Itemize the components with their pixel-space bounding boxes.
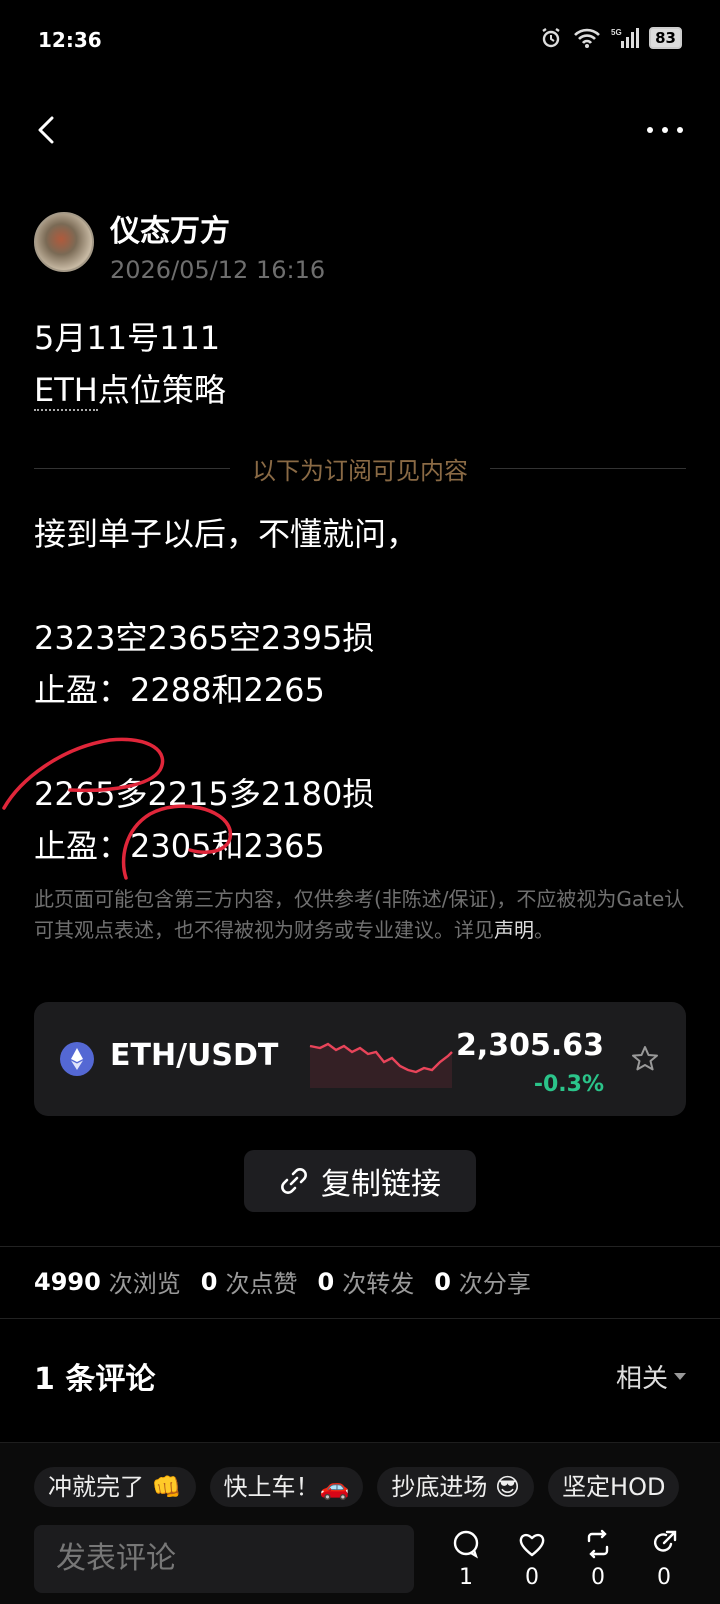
share-icon [653, 1530, 677, 1552]
post-title-line2: ETH点位策略 [34, 364, 226, 416]
market-ticker-card[interactable]: ETH/USDT 2,305.63 -0.3% [34, 1002, 686, 1116]
disclaimer-text: 此页面可能包含第三方内容，仅供参考(非陈述/保证)，不应被视为Gate认可其观点… [34, 887, 685, 942]
favorite-star-icon[interactable] [630, 1044, 660, 1074]
more-options-icon[interactable] [640, 112, 690, 148]
reposts-label: 次转发 [342, 1270, 415, 1298]
content-line [34, 716, 684, 768]
quick-reply-chip[interactable]: 快上车！🚗 [209, 1467, 364, 1507]
likes-count: 0 [200, 1267, 218, 1296]
views-label: 次浏览 [108, 1270, 181, 1298]
reposts-count: 0 [317, 1267, 335, 1296]
post-content: 接到单子以后，不懂就问， 2323空2365空2395损 止盈：2288和226… [34, 508, 684, 872]
content-line: 止盈：2305和2365 [34, 827, 325, 865]
post-title-line2-text: 点位策略 [97, 371, 226, 409]
comment-icon [453, 1530, 479, 1559]
author-name[interactable]: 仪态万方 [110, 206, 230, 250]
market-pair: ETH/USDT [110, 1038, 279, 1073]
like-count: 0 [525, 1565, 539, 1590]
market-change: -0.3% [533, 1072, 604, 1097]
likes-label: 次点赞 [225, 1270, 298, 1298]
eth-icon [60, 1042, 94, 1076]
subscribe-divider: 以下为订阅可见内容 [34, 450, 686, 486]
divider [0, 1318, 720, 1319]
repost-count: 0 [591, 1565, 605, 1590]
post-timestamp: 2026/05/12 16:16 [110, 256, 326, 284]
back-icon[interactable] [30, 112, 66, 148]
content-line: 2323空2365空2395损 [34, 619, 375, 657]
subscribe-divider-text: 以下为订阅可见内容 [252, 456, 468, 485]
quick-reply-chip[interactable]: 抄底进场 😎 [377, 1467, 535, 1507]
comments-sort-dropdown[interactable]: 相关 [616, 1358, 686, 1395]
status-icons: 5G 83 [539, 26, 682, 50]
disclaimer-end: 。 [534, 918, 554, 942]
comment-count: 1 [459, 1565, 473, 1590]
wifi-icon [574, 28, 601, 48]
post-title: 5月11号111 ETH点位策略 [34, 312, 226, 416]
views-count: 4990 [34, 1267, 101, 1296]
comment-input[interactable]: 发表评论 [34, 1525, 414, 1593]
copy-link-label: 复制链接 [321, 1167, 441, 1202]
divider-line-right [490, 467, 686, 469]
like-action[interactable]: 0 [512, 1529, 552, 1590]
repost-icon [587, 1529, 609, 1559]
comments-title: 1 条评论 [34, 1362, 156, 1397]
comment-composer-panel: 冲就完了 👊 快上车！🚗 抄底进场 😎 坚定HOD 发表评论 1 0 0 0 [0, 1442, 720, 1604]
quick-reply-row: 冲就完了 👊 快上车！🚗 抄底进场 😎 坚定HOD [34, 1467, 680, 1507]
share-action[interactable]: 0 [644, 1529, 684, 1590]
shares-label: 次分享 [458, 1270, 531, 1298]
content-line: 接到单子以后，不懂就问， [34, 515, 419, 553]
battery-indicator: 83 [649, 27, 682, 49]
svg-text:5G: 5G [611, 28, 622, 37]
comment-action[interactable]: 1 [446, 1529, 486, 1590]
link-icon [281, 1168, 307, 1194]
post-title-line1: 5月11号111 [34, 319, 221, 357]
content-line: 止盈：2288和2265 [34, 671, 325, 709]
post-stats: 4990 次浏览 0 次点赞 0 次转发 0 次分享 [34, 1264, 531, 1299]
content-line [34, 560, 684, 612]
status-bar: 12:36 5G 83 [0, 0, 720, 84]
disclaimer-link[interactable]: 声明 [494, 918, 534, 942]
sort-label: 相关 [615, 1364, 668, 1394]
repost-action[interactable]: 0 [578, 1529, 618, 1590]
signal-icon: 5G [611, 28, 640, 48]
eth-tag-link[interactable]: ETH [34, 371, 98, 411]
quick-reply-chip[interactable]: 冲就完了 👊 [34, 1467, 196, 1507]
author-avatar[interactable] [34, 212, 94, 272]
quick-reply-chip[interactable]: 坚定HOD [548, 1467, 680, 1507]
heart-icon [519, 1533, 545, 1557]
status-time: 12:36 [38, 28, 102, 52]
market-price: 2,305.63 [455, 1028, 604, 1063]
divider [0, 1246, 720, 1247]
shares-count: 0 [434, 1267, 451, 1296]
content-line: 2265多2215多2180损 [34, 775, 375, 813]
alarm-icon [542, 28, 560, 48]
share-count: 0 [657, 1565, 671, 1590]
disclaimer: 此页面可能包含第三方内容，仅供参考(非陈述/保证)，不应被视为Gate认可其观点… [34, 884, 686, 946]
divider-line-left [34, 467, 230, 469]
chevron-down-icon [674, 1373, 686, 1380]
copy-link-button[interactable]: 复制链接 [244, 1150, 476, 1212]
price-sparkline [309, 1042, 453, 1088]
